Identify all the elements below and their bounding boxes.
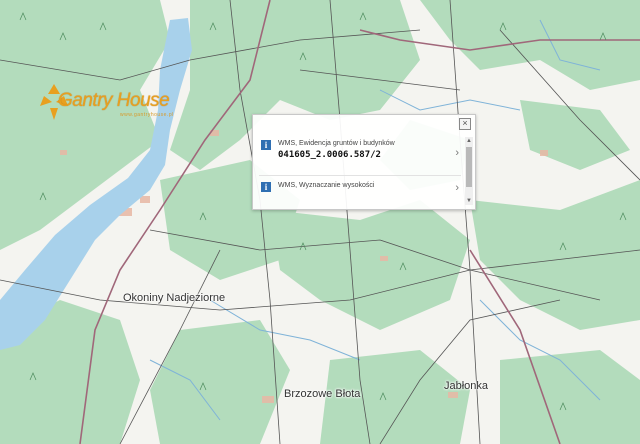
place-label-jablonka: Jabłonka [444,380,489,392]
gantry-house-logo: Gantry House www.gantryhouse.pl [34,80,184,126]
chevron-right-icon[interactable]: › [455,182,459,194]
result-item-parcel[interactable]: i WMS, Ewidencja gruntów i budynków 0416… [259,137,461,171]
info-icon: i [261,140,271,150]
map-canvas[interactable] [0,0,640,444]
identify-popup: × i WMS, Ewidencja gruntów i budynków 04… [252,114,476,210]
logo-name: Gantry House [58,90,170,111]
info-icon: i [261,182,271,192]
place-label-brzozowe: Brzozowe Błota [284,388,361,400]
scroll-up-icon[interactable]: ▲ [466,138,472,144]
scroll-down-icon[interactable]: ▼ [466,198,472,204]
result-item-elevation[interactable]: i WMS, Wyznaczanie wysokości › [259,175,461,200]
chevron-right-icon[interactable]: › [455,147,459,159]
result-value: 041605_2.0006.587/2 [278,150,381,160]
close-icon[interactable]: × [459,118,471,130]
result-source: WMS, Ewidencja gruntów i budynków [278,140,395,147]
popup-scrollbar[interactable]: ▲ ▼ [465,137,473,205]
result-source: WMS, Wyznaczanie wysokości [278,182,375,189]
place-label-okoniny: Okoniny Nadjeziorne [123,292,226,304]
scrollbar-thumb[interactable] [466,147,472,187]
logo-sub: www.gantryhouse.pl [120,112,174,118]
